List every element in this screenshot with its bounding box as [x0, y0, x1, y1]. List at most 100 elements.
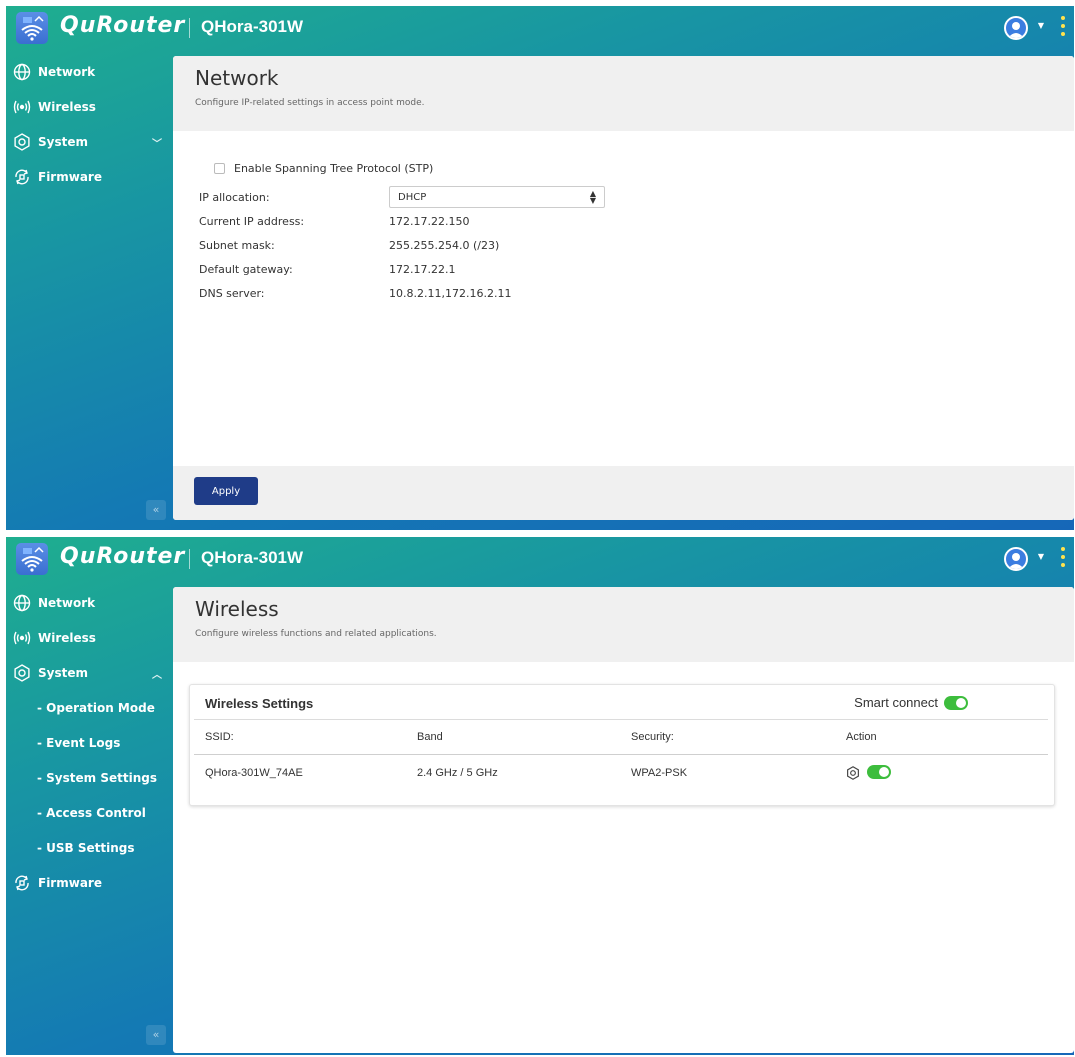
sidebar-item-label: Wireless — [38, 630, 96, 645]
sidebar-item-label: Wireless — [38, 99, 96, 114]
sidebar-subitem-operation-mode[interactable]: - Operation Mode — [6, 690, 172, 725]
sidebar-item-firmware[interactable]: Firmware — [6, 159, 172, 194]
sidebar-item-label: System — [38, 665, 88, 680]
sidebar-item-label: Firmware — [38, 875, 102, 890]
page-header: Wireless Configure wireless functions an… — [173, 587, 1074, 662]
field-value: 255.255.254.0 (/23) — [389, 238, 500, 252]
device-model: QHora-301W — [201, 548, 304, 567]
sidebar: Network Wireless System ﹀ Firmware « — [6, 54, 172, 530]
sidebar-item-wireless[interactable]: Wireless — [6, 620, 172, 655]
wireless-signal-icon — [12, 97, 32, 117]
sidebar-item-system[interactable]: System ﹀ — [6, 124, 172, 159]
field-value: 10.8.2.11,172.16.2.11 — [389, 286, 512, 300]
user-menu-caret-icon[interactable]: ▼ — [1038, 552, 1044, 561]
top-bar: QuRouter QHora-301W ▼ — [6, 6, 1074, 50]
field-value: 172.17.22.150 — [389, 214, 470, 228]
ssid-enable-toggle[interactable] — [867, 765, 891, 779]
globe-icon — [12, 62, 32, 82]
sidebar-subitem-usb-settings[interactable]: - USB Settings — [6, 830, 172, 865]
column-header-security: Security: — [631, 731, 674, 743]
page-title: Wireless — [195, 597, 279, 621]
column-header-ssid: SSID: — [205, 731, 234, 743]
card-title: Wireless Settings — [205, 696, 314, 711]
ip-allocation-select[interactable]: DHCP ▲ ▼ — [389, 186, 605, 208]
column-header-action: Action — [846, 731, 877, 743]
sidebar-item-label: Network — [38, 64, 96, 79]
select-value: DHCP — [398, 191, 427, 203]
wireless-screen: QuRouter QHora-301W ▼ Network Wireless S… — [6, 537, 1074, 1055]
sidebar-subitem-access-control[interactable]: - Access Control — [6, 795, 172, 830]
page-title: Network — [195, 66, 279, 90]
field-label: Subnet mask: — [199, 238, 275, 252]
sidebar-item-network[interactable]: Network — [6, 54, 172, 89]
kebab-menu-icon[interactable] — [1060, 547, 1066, 571]
ip-allocation-row: IP allocation: DHCP ▲ ▼ — [199, 185, 605, 209]
apply-button[interactable]: Apply — [194, 477, 258, 505]
network-form: Enable Spanning Tree Protocol (STP) IP a… — [199, 162, 605, 305]
action-cell — [846, 765, 891, 780]
current-ip-row: Current IP address: 172.17.22.150 — [199, 209, 605, 233]
main-panel: Network Configure IP-related settings in… — [173, 56, 1074, 520]
sidebar-item-label: Network — [38, 595, 96, 610]
stp-option[interactable]: Enable Spanning Tree Protocol (STP) — [214, 162, 605, 175]
field-label: DNS server: — [199, 286, 265, 300]
top-bar: QuRouter QHora-301W ▼ — [6, 537, 1074, 581]
dns-server-row: DNS server: 10.8.2.11,172.16.2.11 — [199, 281, 605, 305]
gear-icon — [12, 663, 32, 683]
collapse-sidebar-button[interactable]: « — [146, 1025, 166, 1045]
brand-divider — [189, 18, 190, 38]
chevron-down-icon: ﹀ — [152, 139, 162, 150]
divider — [194, 719, 1048, 720]
subnet-mask-row: Subnet mask: 255.255.254.0 (/23) — [199, 233, 605, 257]
field-value: 172.17.22.1 — [389, 262, 456, 276]
wireless-signal-icon — [12, 628, 32, 648]
sidebar-subitem-event-logs[interactable]: - Event Logs — [6, 725, 172, 760]
stp-checkbox[interactable] — [214, 163, 225, 174]
brand-name: QuRouter — [60, 13, 186, 38]
security-cell: WPA2-PSK — [631, 767, 688, 779]
sidebar-item-network[interactable]: Network — [6, 585, 172, 620]
globe-icon — [12, 593, 32, 613]
firmware-refresh-icon — [12, 873, 32, 893]
smart-connect-label: Smart connect — [854, 695, 938, 710]
collapse-sidebar-button[interactable]: « — [146, 500, 166, 520]
page-footer: Apply — [173, 466, 1074, 520]
gear-icon — [12, 132, 32, 152]
field-label: Default gateway: — [199, 262, 293, 276]
router-wifi-logo — [16, 12, 48, 44]
user-menu-caret-icon[interactable]: ▼ — [1038, 21, 1044, 30]
brand-name: QuRouter — [60, 544, 186, 569]
stp-label: Enable Spanning Tree Protocol (STP) — [234, 162, 434, 175]
firmware-refresh-icon — [12, 167, 32, 187]
column-header-band: Band — [417, 731, 443, 743]
page-subtitle: Configure IP-related settings in access … — [195, 98, 425, 108]
sidebar-item-label: System — [38, 134, 88, 149]
page-header: Network Configure IP-related settings in… — [173, 56, 1074, 131]
main-panel: Wireless Configure wireless functions an… — [173, 587, 1074, 1053]
network-screen: QuRouter QHora-301W ▼ Network Wireless S… — [6, 6, 1074, 530]
band-cell: 2.4 GHz / 5 GHz — [417, 767, 498, 779]
gear-icon[interactable] — [846, 765, 860, 780]
brand-divider — [189, 549, 190, 569]
ssid-cell: QHora-301W_74AE — [205, 767, 303, 779]
smart-connect-toggle[interactable] — [944, 695, 968, 710]
device-model: QHora-301W — [201, 17, 304, 36]
default-gateway-row: Default gateway: 172.17.22.1 — [199, 257, 605, 281]
sidebar-subitem-system-settings[interactable]: - System Settings — [6, 760, 172, 795]
sidebar-item-wireless[interactable]: Wireless — [6, 89, 172, 124]
wireless-settings-card: Wireless Settings Smart connect SSID: Ba… — [189, 684, 1055, 806]
router-wifi-logo — [16, 543, 48, 575]
sidebar-item-firmware[interactable]: Firmware — [6, 865, 172, 900]
field-label: IP allocation: — [199, 190, 270, 204]
page-subtitle: Configure wireless functions and related… — [195, 629, 437, 639]
field-label: Current IP address: — [199, 214, 305, 228]
sidebar: Network Wireless System ︿ - Operation Mo… — [6, 585, 172, 1055]
select-arrows-icon: ▲ ▼ — [589, 189, 596, 205]
user-avatar-icon[interactable] — [1004, 16, 1028, 40]
chevron-up-icon: ︿ — [152, 670, 162, 681]
sidebar-item-label: Firmware — [38, 169, 102, 184]
divider — [194, 754, 1048, 755]
user-avatar-icon[interactable] — [1004, 547, 1028, 571]
kebab-menu-icon[interactable] — [1060, 16, 1066, 40]
sidebar-item-system[interactable]: System ︿ — [6, 655, 172, 690]
